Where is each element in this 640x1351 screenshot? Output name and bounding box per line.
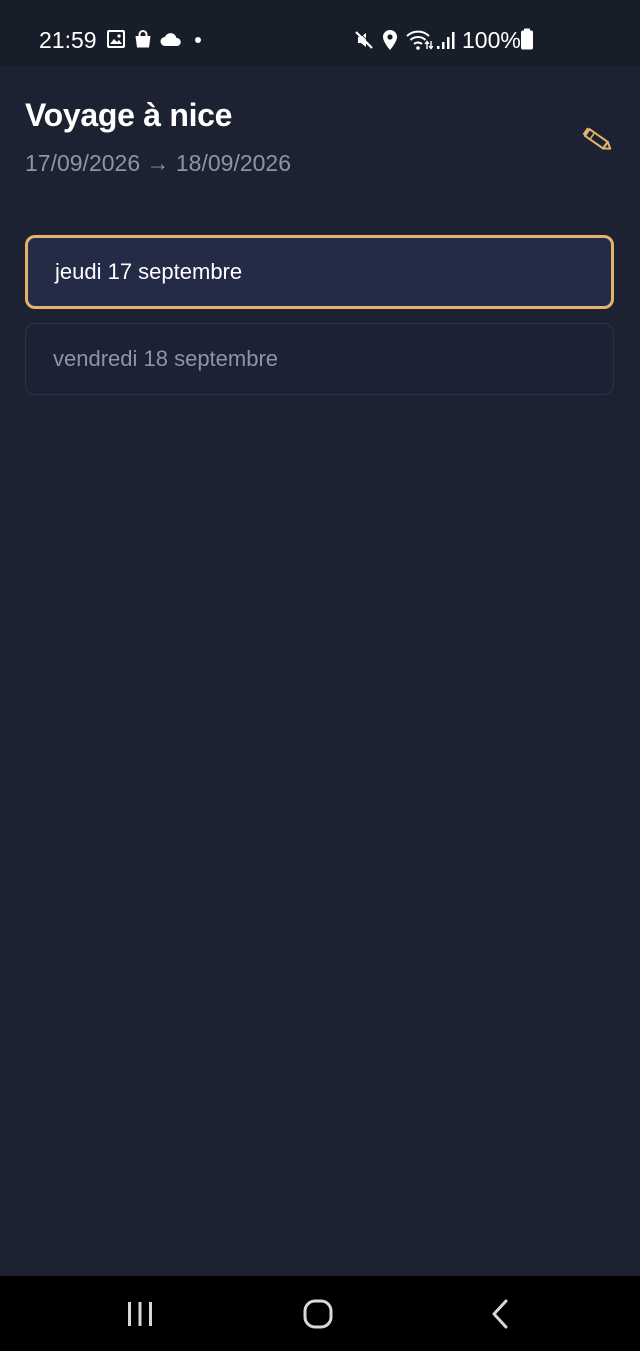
- home-icon: [303, 1299, 333, 1328]
- page-title: Voyage à nice: [25, 97, 233, 133]
- cloud-icon: [160, 33, 181, 46]
- image-icon: [107, 30, 125, 48]
- day-item-selected[interactable]: jeudi 17 septembre: [25, 235, 614, 309]
- navigation-bar: [0, 1276, 640, 1351]
- dot-icon: [195, 37, 201, 43]
- trip-date-range: 17/09/2026 → 18/09/2026: [25, 150, 292, 176]
- day-label: jeudi 17 septembre: [55, 259, 243, 284]
- home-button[interactable]: [288, 1276, 348, 1351]
- edit-trip-button[interactable]: [578, 120, 618, 160]
- back-button[interactable]: [470, 1276, 530, 1351]
- recent-apps-button[interactable]: [110, 1276, 170, 1351]
- back-icon: [492, 1299, 508, 1328]
- status-time: 21:59: [39, 27, 97, 53]
- status-bar: 21:59 100%: [0, 0, 640, 66]
- recent-apps-icon: [128, 1301, 152, 1326]
- wifi-icon: [406, 30, 433, 50]
- location-icon: [383, 30, 397, 50]
- signal-icon: [437, 32, 455, 49]
- pencil-icon: [582, 127, 612, 150]
- mute-icon: [355, 30, 374, 49]
- day-item[interactable]: vendredi 18 septembre: [25, 323, 614, 395]
- day-label: vendredi 18 septembre: [53, 346, 279, 371]
- shopping-bag-icon: [135, 30, 151, 48]
- battery-percentage: 100%: [462, 27, 521, 53]
- battery-icon: [521, 28, 533, 50]
